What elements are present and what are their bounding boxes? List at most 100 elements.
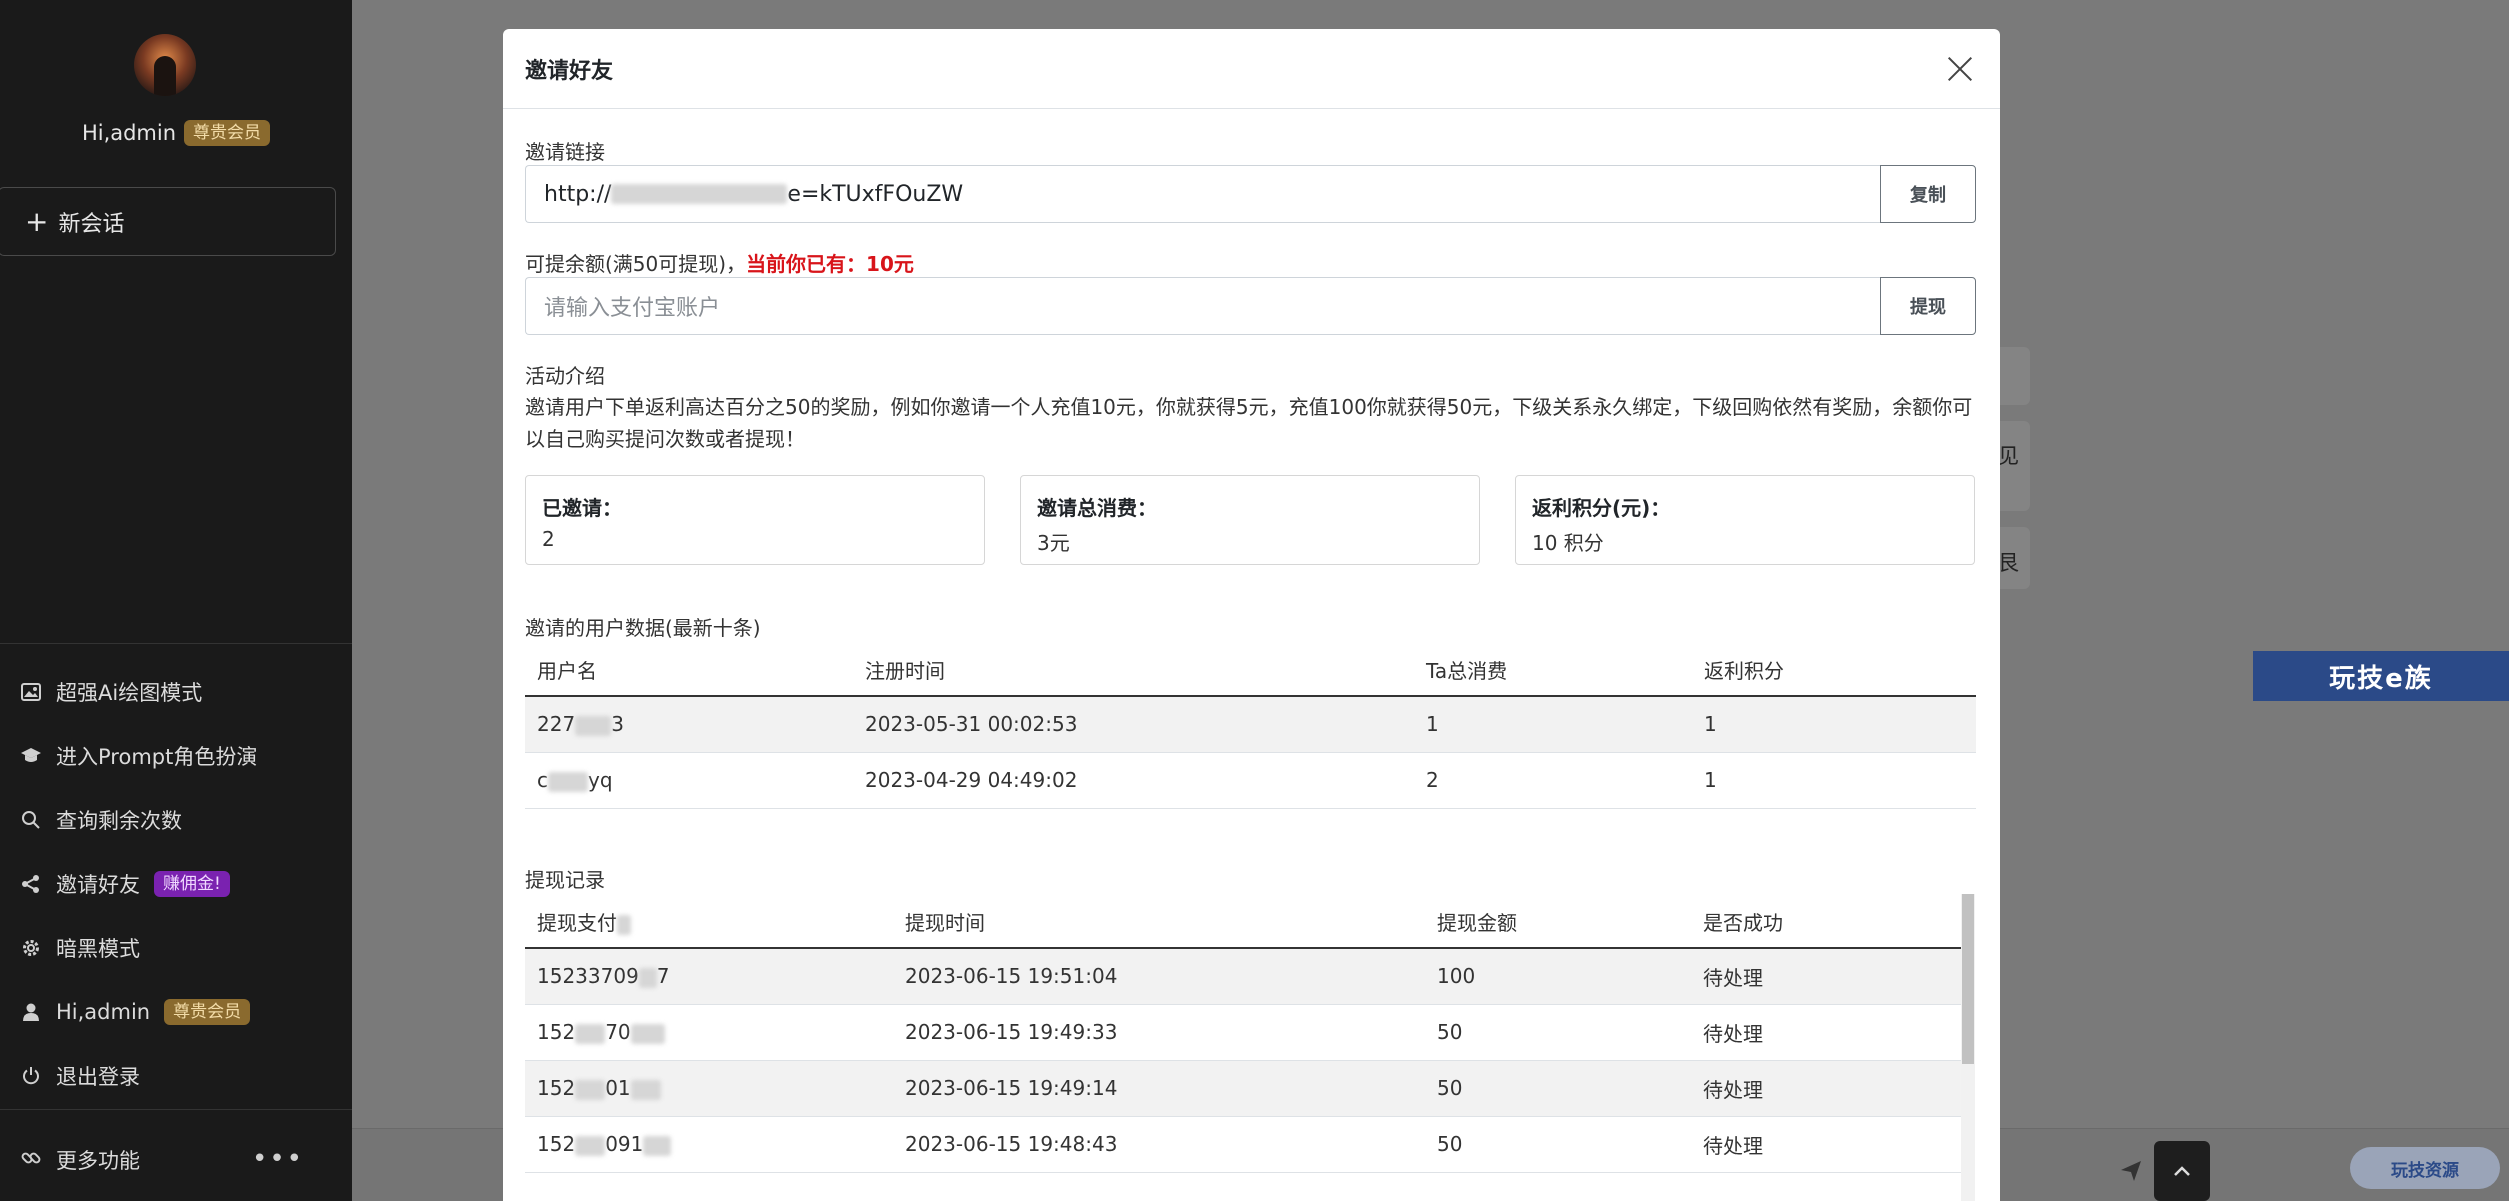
sidebar-item-logout[interactable]: 退出登录 [0,1044,352,1108]
balance-hint: 可提余额(满50可提现)， [525,252,747,276]
cell-username: 227 3 [525,696,853,753]
member-badge: 尊贵会员 [184,120,271,146]
sidebar-item-prompt-role[interactable]: 进入Prompt角色扮演 [0,724,352,788]
watermark-banner: 玩技e族 [2253,651,2509,701]
withdraw-records-table: 提现支付 提现时间 提现金额 是否成功 15233709 7 2023-06-15… [525,896,1961,1173]
scroll-top-button[interactable] [2154,1141,2210,1201]
background-text: 见 [1998,444,2019,468]
brand-watermark: 玩技资源 [2350,1147,2500,1189]
graduation-cap-icon [20,745,42,767]
column-header: 注册时间 [853,644,1414,697]
withdraw-records-title: 提现记录 [525,868,605,892]
column-header: 提现金额 [1425,896,1691,949]
cell-withdraw-time: 2023-06-15 19:49:14 [893,1060,1425,1117]
invite-link-group: http:// e=kTUxfFOuZW 复制 [525,165,1976,223]
more-features-button[interactable]: 更多功能 ••• [0,1130,352,1190]
sidebar-divider [0,643,352,644]
stat-card-rebate-points: 返利积分(元)： 10 积分 [1515,475,1975,565]
greeting-text: Hi,admin [81,121,177,145]
stat-title: 返利积分(元)： [1532,496,1671,520]
sidebar-item-label: 超强Ai绘图模式 [56,681,203,705]
modal-header: 邀请好友 [503,29,2000,109]
sidebar-item-ai-drawing[interactable]: 超强Ai绘图模式 [0,660,352,724]
search-icon [20,809,42,831]
cell-account: 15233709 7 [525,948,893,1005]
stat-value: 3元 [1037,531,1070,555]
sidebar-item-label: Hi,admin [56,1000,151,1024]
link-icon [20,1147,42,1174]
cell-register-time: 2023-05-31 00:02:53 [853,696,1414,753]
earn-badge: 赚佣金! [154,871,230,897]
scrollbar-thumb[interactable] [1962,894,1974,1064]
invite-link-label: 邀请链接 [525,140,605,164]
invite-link-prefix: http:// [544,181,612,207]
column-header: Ta总消费 [1414,644,1692,697]
cell-account: 152 091 [525,1116,893,1173]
table-header-row: 用户名 注册时间 Ta总消费 返利积分 [525,644,1976,697]
column-header: 返利积分 [1692,644,1976,697]
withdraw-table-scrollbar[interactable] [1961,894,1975,1201]
stat-title: 邀请总消费： [1037,496,1157,520]
cell-username: c yq [525,752,853,809]
sidebar-item-label: 退出登录 [56,1065,140,1089]
sidebar-item-invite[interactable]: 邀请好友 赚佣金! [0,852,352,916]
cell-status: 待处理 [1691,948,1961,1005]
cell-points: 1 [1692,752,1976,809]
cell-withdraw-time: 2023-06-15 19:51:04 [893,948,1425,1005]
withdraw-group: 请输入支付宝账户 提现 [525,277,1976,335]
sidebar-item-label: 进入Prompt角色扮演 [56,745,258,769]
invited-users-table: 用户名 注册时间 Ta总消费 返利积分 227 3 2023-05-31 00:0… [525,644,1976,809]
invite-link-suffix: e=kTUxfFOuZW [787,181,964,207]
more-dots-icon[interactable]: ••• [252,1144,304,1174]
sidebar-item-dark-mode[interactable]: 暗黑模式 [0,916,352,980]
new-chat-label: 新会话 [58,211,125,237]
table-row: 152 70 2023-06-15 19:49:33 50 待处理 [525,1004,1961,1061]
column-header: 提现时间 [893,896,1425,949]
alipay-account-input[interactable]: 请输入支付宝账户 [525,277,1880,335]
user-icon [20,1001,42,1023]
new-chat-button[interactable]: + 新会话 [0,187,336,256]
user-greeting: Hi,admin 尊贵会员 [0,120,352,146]
redacted-blur [611,184,788,204]
sidebar-item-query-count[interactable]: 查询剩余次数 [0,788,352,852]
image-icon [20,681,42,703]
sidebar-item-user[interactable]: Hi,admin 尊贵会员 [0,980,352,1044]
sidebar-divider [0,1109,352,1110]
table-row: c yq 2023-04-29 04:49:02 2 1 [525,752,1976,809]
table-row: 15233709 7 2023-06-15 19:51:04 100 待处理 [525,948,1961,1005]
modal-title: 邀请好友 [525,58,614,84]
close-icon[interactable] [1942,51,1978,87]
cell-withdraw-time: 2023-06-15 19:48:43 [893,1116,1425,1173]
stat-card-invited: 已邀请： 2 [525,475,985,565]
cell-status: 待处理 [1691,1004,1961,1061]
balance-current: 当前你已有：10元 [746,252,914,276]
table-row: 152 091 2023-06-15 19:48:43 50 待处理 [525,1116,1961,1173]
sidebar: Hi,admin 尊贵会员 + 新会话 超强Ai绘图模式 进入Prompt角色扮… [0,0,352,1201]
cell-amount: 100 [1425,948,1691,1005]
cell-status: 待处理 [1691,1060,1961,1117]
invite-link-input[interactable]: http:// e=kTUxfFOuZW [525,165,1880,223]
cell-account: 152 01 [525,1060,893,1117]
member-badge: 尊贵会员 [164,999,251,1025]
gear-icon [20,937,42,959]
stat-card-total-spend: 邀请总消费： 3元 [1020,475,1480,565]
invite-friends-modal: 邀请好友 邀请链接 http:// e=kTUxfFOuZW 复制 可提余额(满… [503,29,2000,1201]
withdraw-button[interactable]: 提现 [1880,277,1976,335]
column-header: 是否成功 [1691,896,1961,949]
copy-button[interactable]: 复制 [1880,165,1976,223]
sidebar-item-label: 暗黑模式 [56,937,140,961]
column-header: 用户名 [525,644,853,697]
invited-users-title: 邀请的用户数据(最新十条) [525,616,761,640]
activity-title: 活动介绍 [525,364,605,388]
avatar[interactable] [134,34,196,96]
sidebar-menu: 超强Ai绘图模式 进入Prompt角色扮演 查询剩余次数 邀请好友 赚佣金! 暗… [0,660,352,1108]
cell-spend: 1 [1414,696,1692,753]
cell-status: 待处理 [1691,1116,1961,1173]
stat-value: 2 [542,527,555,551]
cell-amount: 50 [1425,1116,1691,1173]
send-icon[interactable] [2120,1160,2142,1187]
column-header: 提现支付 [525,896,893,949]
balance-label: 可提余额(满50可提现)，当前你已有：10元 [525,248,914,277]
stat-value: 10 积分 [1532,531,1604,555]
cell-account: 152 70 [525,1004,893,1061]
